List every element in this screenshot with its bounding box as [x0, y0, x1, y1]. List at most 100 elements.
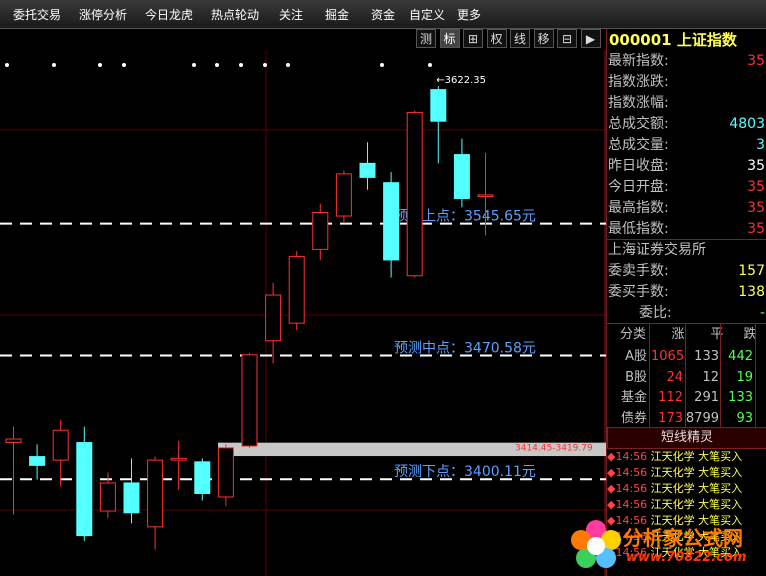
- order-value: -: [759, 305, 765, 321]
- high-marker-label: ←3622.35: [436, 75, 486, 86]
- toolbar-button-5[interactable]: 移: [533, 29, 554, 48]
- signal-dot-9: [380, 63, 384, 67]
- menu-item-6[interactable]: 资金: [371, 6, 395, 23]
- candle-body-6: [147, 459, 164, 528]
- quote-row: 指数涨幅:: [607, 93, 766, 114]
- panel-separator: [607, 239, 766, 240]
- toolbar-button-0[interactable]: 测: [416, 29, 436, 48]
- candle-body-12: [288, 255, 305, 324]
- tick-row[interactable]: ◆14:56 江天化学 大笔买入: [607, 481, 766, 497]
- quote-label: 总成交额:: [608, 116, 669, 132]
- prediction-label-2: 预测下点：3400.11元: [394, 464, 536, 480]
- tick-stock: 江天化学: [650, 482, 695, 495]
- tick-action: 大笔买入: [698, 498, 743, 511]
- order-label: 委比:: [639, 305, 672, 321]
- toolbar-button-1[interactable]: 标: [439, 29, 460, 48]
- panel-title: 000001 上证指数: [609, 31, 737, 49]
- table-column-divider: [649, 324, 650, 427]
- class-flat-cell: 8799: [685, 410, 719, 426]
- class-name-cell: 基金: [620, 390, 647, 405]
- menu-item-3[interactable]: 热点轮动: [211, 6, 259, 23]
- quote-row: 今日开盘: 35: [607, 177, 766, 198]
- exchange-row: 上海证券交易所: [607, 240, 766, 261]
- ticks-title[interactable]: 短线精灵: [607, 427, 766, 449]
- prediction-label-1: 预测中点：3470.58元: [394, 340, 536, 356]
- menu-item-7[interactable]: 自定义: [409, 6, 445, 23]
- quote-label: 最高指数:: [608, 200, 669, 216]
- order-row: 委卖手数: 157: [607, 261, 766, 282]
- tick-action: 大笔买入: [698, 466, 743, 479]
- candle-body-3: [76, 442, 93, 537]
- class-down-cell: 19: [736, 369, 753, 385]
- toolbar-button-6[interactable]: ⊟: [557, 29, 577, 48]
- tick-time: 14:56: [615, 482, 648, 495]
- menu-item-8[interactable]: 更多: [457, 6, 481, 23]
- quote-row: 指数涨跌:: [607, 72, 766, 93]
- candle-body-17: [406, 111, 423, 277]
- candle-body-9: [217, 447, 234, 498]
- tick-time: 14:56: [615, 466, 648, 479]
- class-flat-cell: 12: [702, 369, 719, 385]
- candle-body-10: [241, 354, 258, 447]
- quote-value: 35: [747, 158, 765, 174]
- order-row: 委买手数: 138: [607, 282, 766, 303]
- quote-label: 指数涨幅:: [608, 95, 669, 111]
- candle-body-16: [383, 182, 400, 261]
- candle-body-2: [52, 429, 69, 461]
- class-up-cell: 24: [666, 369, 683, 385]
- class-header-cell: 跌: [743, 327, 757, 342]
- tick-stock: 江天化学: [650, 498, 695, 511]
- quote-label: 最低指数:: [608, 221, 669, 237]
- candle-body-15: [359, 162, 376, 178]
- class-up-cell: 173: [658, 410, 683, 426]
- signal-dot-8: [286, 63, 290, 67]
- candle-body-20: [477, 194, 494, 197]
- watermark-text: 分析家公式网: [623, 526, 743, 550]
- toolbar-button-4[interactable]: 线: [510, 29, 530, 48]
- class-name-cell: B股: [625, 369, 647, 385]
- menu-item-0[interactable]: 委托交易: [13, 6, 61, 23]
- tick-row[interactable]: ◆14:56 江天化学 大笔买入: [607, 465, 766, 481]
- toolbar-button-2[interactable]: ⊞: [463, 29, 483, 48]
- signal-dot-3: [122, 63, 126, 67]
- tick-row[interactable]: ◆14:56 江天化学 大笔买入: [607, 449, 766, 465]
- class-up-cell: 1065: [651, 349, 685, 364]
- signal-dot-2: [98, 63, 102, 67]
- menu-item-1[interactable]: 涨停分析: [79, 6, 127, 23]
- quote-label: 昨日收盘:: [608, 158, 669, 174]
- tick-time: 14:56: [615, 450, 648, 463]
- class-down-cell: 442: [728, 349, 753, 364]
- class-flat-cell: 133: [694, 349, 719, 364]
- class-name-cell: A股: [625, 349, 647, 364]
- class-header-cell: 涨: [671, 327, 685, 342]
- flower-logo-icon: [571, 520, 621, 568]
- candle-body-0: [5, 438, 22, 444]
- toolbar-button-7[interactable]: ▶: [580, 29, 601, 48]
- quote-value: 35: [747, 221, 765, 237]
- menu-item-4[interactable]: 关注: [279, 6, 303, 23]
- toolbar-button-3[interactable]: 权: [486, 29, 507, 48]
- table-column-divider: [685, 324, 686, 427]
- menu-item-2[interactable]: 今日龙虎: [145, 6, 193, 23]
- quote-value: 4803: [729, 116, 765, 132]
- quote-row: 最新指数: 35: [607, 51, 766, 72]
- candlestick-chart[interactable]: 3414.45-3419.79预测上点：3545.65元预测中点：3470.58…: [0, 50, 606, 576]
- tick-stock: 江天化学: [650, 466, 695, 479]
- menu-item-5[interactable]: 掘金: [325, 6, 349, 23]
- support-zone-label: 3414.45-3419.79: [515, 444, 593, 454]
- quote-row: 总成交额: 4803: [607, 114, 766, 135]
- candle-body-13: [312, 212, 329, 250]
- menu-bar: 委托交易 涨停分析 今日龙虎 热点轮动 关注 掘金 资金 自定义 更多: [0, 0, 766, 29]
- tick-row[interactable]: ◆14:56 江天化学 大笔买入: [607, 497, 766, 513]
- candle-body-5: [123, 482, 140, 514]
- class-flat-cell: 291: [694, 390, 719, 405]
- tick-stock: 江天化学: [650, 450, 695, 463]
- order-row: 委比: -: [607, 303, 766, 324]
- chart-toolbar: 测标 ⊞ 权线移 ⊟ ▶: [416, 29, 606, 49]
- class-header-cell: 平: [710, 327, 724, 342]
- table-column-divider: [755, 324, 756, 427]
- quote-row: 最高指数: 35: [607, 198, 766, 219]
- signal-dot-1: [52, 63, 56, 67]
- signal-dot-4: [192, 63, 196, 67]
- signal-dot-0: [5, 63, 9, 67]
